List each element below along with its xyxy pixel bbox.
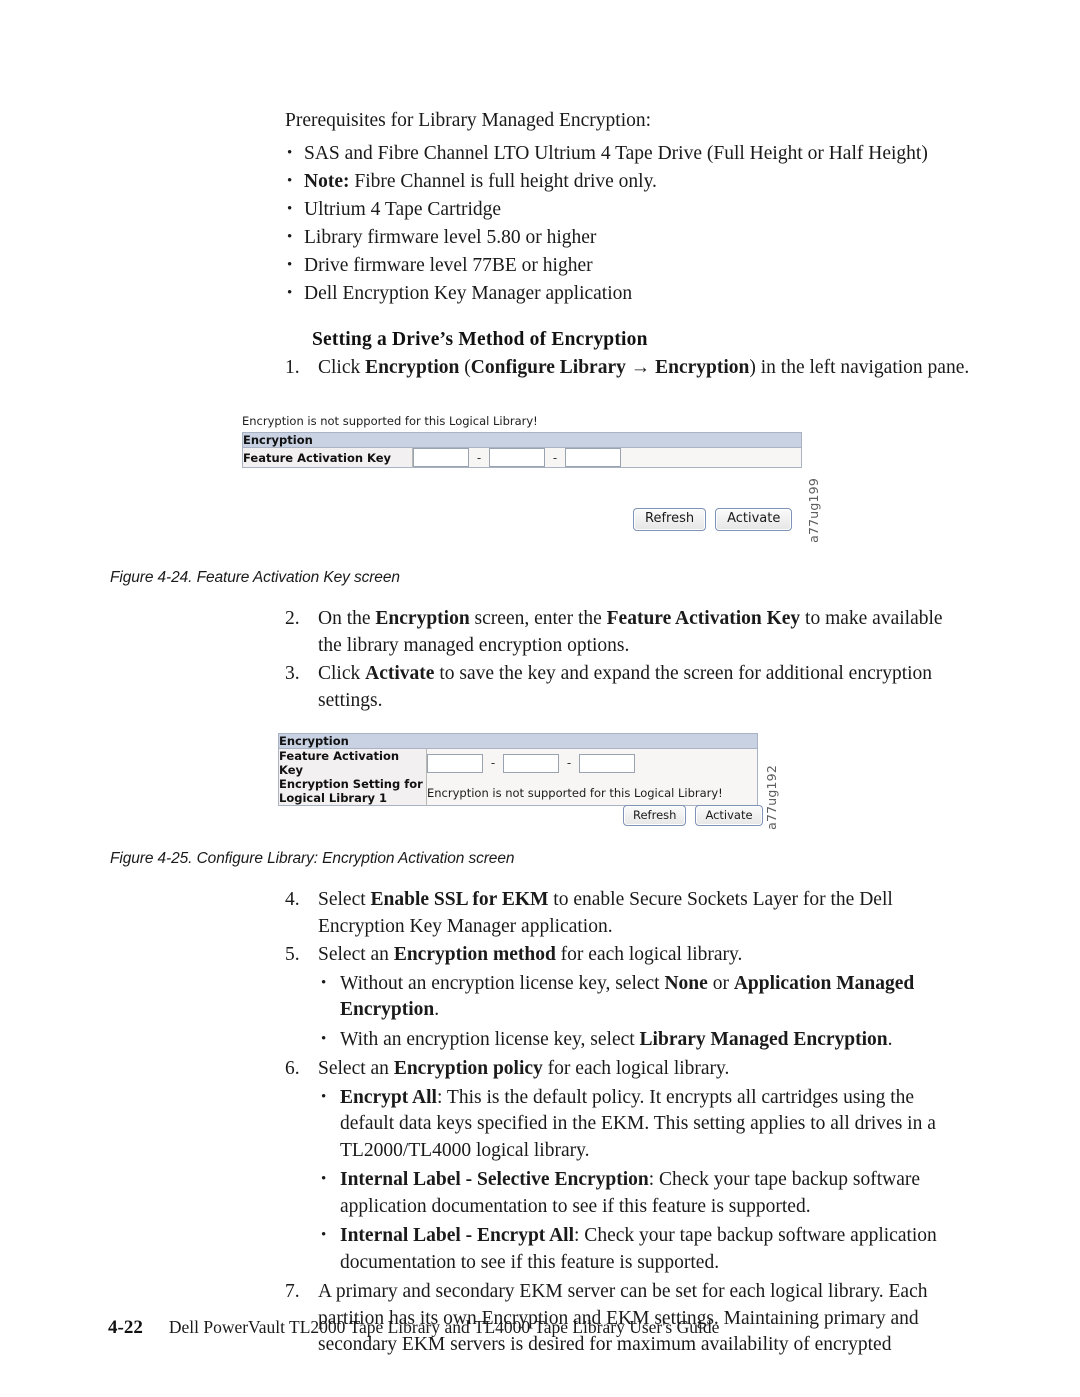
list-item: Drive firmware level 77BE or higher [285, 252, 965, 280]
step-text: Select Enable SSL for EKM to enable Secu… [318, 889, 893, 937]
procedure-steps-1: 1. Click Encryption (Configure Library →… [285, 355, 975, 384]
note-line: Note: Fibre Channel is full height drive… [285, 168, 965, 196]
procedure-steps-3: 4. Select Enable SSL for EKM to enable S… [285, 887, 965, 1361]
feature-key-input-2[interactable] [489, 448, 545, 467]
step-item: 2. On the Encryption screen, enter the F… [285, 606, 965, 659]
list-item: Dell Encryption Key Manager application [285, 280, 965, 308]
table-row: Feature Activation Key - - [242, 447, 802, 468]
step-text: Select an Encryption method for each log… [318, 944, 743, 965]
sub-item-text: Encrypt All: This is the default policy.… [340, 1086, 936, 1161]
step-text: On the Encryption screen, enter the Feat… [318, 608, 943, 656]
table-header-row: Encryption [278, 733, 758, 749]
figure-encryption-activation-screen: Encryption Feature Activation Key - - En… [268, 727, 788, 837]
sub-item-text: Internal Label - Encrypt All: Check your… [340, 1225, 937, 1273]
encryption-not-supported-message: Encryption is not supported for this Log… [427, 785, 723, 800]
list-item: Without an encryption license key, selec… [318, 970, 965, 1024]
feature-activation-key-fields-cell: - - [412, 447, 802, 468]
sub-item-text: Internal Label - Selective Encryption: C… [340, 1169, 921, 1217]
refresh-button[interactable]: Refresh [633, 508, 707, 531]
table-header-label: Encryption [242, 432, 802, 448]
step-number: 5. [285, 944, 300, 965]
step-item: 3. Click Activate to save the key and ex… [285, 661, 965, 714]
key-separator: - [566, 756, 572, 770]
key-separator: - [552, 450, 558, 465]
encryption-table: Encryption Feature Activation Key - - [242, 432, 802, 468]
feature-activation-key-fields-cell: - - [426, 748, 758, 777]
figure-25-caption: Figure 4-25. Configure Library: Encrypti… [110, 850, 515, 867]
table-header-row: Encryption [242, 432, 802, 448]
key-separator: - [476, 450, 482, 465]
step-item: 4. Select Enable SSL for EKM to enable S… [285, 887, 965, 940]
note-label: Note: [304, 170, 350, 192]
list-item: Ultrium 4 Tape Cartridge [285, 196, 965, 224]
key-separator: - [490, 756, 496, 770]
feature-key-input-1[interactable] [413, 448, 469, 467]
prerequisites-lead: Prerequisites for Library Managed Encryp… [285, 110, 652, 131]
footer-book-title: Dell PowerVault TL2000 Tape Library and … [168, 1317, 720, 1337]
encryption-alert-message: Encryption is not supported for this Log… [242, 414, 538, 428]
page-footer: 4-22 Dell PowerVault TL2000 Tape Library… [108, 1317, 719, 1339]
encryption-setting-value-cell: Encryption is not supported for this Log… [426, 777, 758, 806]
feature-key-input-3[interactable] [565, 448, 621, 467]
feature-key-input-1[interactable] [427, 753, 483, 773]
activate-button[interactable]: Activate [695, 805, 763, 826]
table-header-label: Encryption [278, 733, 758, 749]
feature-activation-key-inputs: - - [413, 448, 801, 467]
encryption-setting-label-line1: Encryption Setting for [279, 777, 423, 791]
encryption-table: Encryption Feature Activation Key - - En… [278, 733, 758, 806]
encryption-setting-label: Encryption Setting for Logical Library 1 [278, 777, 427, 806]
figure-24-caption: Figure 4-24. Feature Activation Key scre… [110, 569, 400, 586]
step-number: 3. [285, 663, 300, 684]
step-number: 7. [285, 1281, 300, 1302]
step-item: 6. Select an Encryption policy for each … [285, 1056, 965, 1276]
feature-activation-key-label: Feature Activation Key [242, 447, 413, 468]
list-item: With an encryption license key, select L… [318, 1026, 965, 1054]
step-number: 2. [285, 608, 300, 629]
step-5-sub-list: Without an encryption license key, selec… [318, 970, 965, 1054]
figure25-button-row: Refresh Activate [623, 805, 763, 826]
table-row: Encryption Setting for Logical Library 1… [278, 777, 758, 806]
step-item: 1. Click Encryption (Configure Library →… [285, 355, 975, 382]
section-heading: Setting a Drive’s Method of Encryption [312, 329, 648, 350]
step-text: Click Activate to save the key and expan… [318, 663, 933, 711]
feature-key-input-3[interactable] [579, 753, 635, 773]
step-item: 5. Select an Encryption method for each … [285, 942, 965, 1053]
list-item: Encrypt All: This is the default policy.… [318, 1084, 965, 1165]
feature-activation-key-label: Feature Activation Key [278, 748, 427, 777]
step-number: 4. [285, 889, 300, 910]
figure-feature-activation-key-screen: Encryption is not supported for this Log… [228, 406, 828, 554]
figure24-button-row: Refresh Activate [633, 508, 793, 531]
procedure-steps-2: 2. On the Encryption screen, enter the F… [285, 606, 965, 716]
list-item: Library firmware level 5.80 or higher [285, 224, 965, 252]
document-page: Prerequisites for Library Managed Encryp… [0, 0, 1080, 1397]
prerequisites-block: Prerequisites for Library Managed Encryp… [285, 108, 965, 309]
sub-item-text: Without an encryption license key, selec… [340, 972, 915, 1021]
step-number: 6. [285, 1058, 300, 1079]
table-row: Feature Activation Key - - [278, 748, 758, 777]
prerequisites-list: SAS and Fibre Channel LTO Ultrium 4 Tape… [285, 140, 965, 308]
artwork-id-label: a77ug192 [764, 765, 779, 830]
feature-activation-key-inputs: - - [427, 753, 757, 773]
list-item: SAS and Fibre Channel LTO Ultrium 4 Tape… [285, 140, 965, 168]
step-6-sub-list: Encrypt All: This is the default policy.… [318, 1084, 965, 1277]
step-text: Select an Encryption policy for each log… [318, 1058, 730, 1079]
step-number: 1. [285, 357, 300, 378]
encryption-setting-label-line2: Logical Library 1 [279, 791, 388, 805]
feature-key-input-2[interactable] [503, 753, 559, 773]
refresh-button[interactable]: Refresh [623, 805, 687, 826]
sub-item-text: With an encryption license key, select L… [340, 1028, 893, 1050]
artwork-id-label: a77ug199 [806, 478, 821, 543]
activate-button[interactable]: Activate [715, 508, 793, 531]
footer-page-number: 4-22 [108, 1317, 143, 1338]
note-text: Fibre Channel is full height drive only. [354, 170, 657, 192]
list-item: Internal Label - Selective Encryption: C… [318, 1166, 965, 1220]
list-item: Internal Label - Encrypt All: Check your… [318, 1222, 965, 1276]
step-text: Click Encryption (Configure Library → En… [318, 357, 970, 378]
